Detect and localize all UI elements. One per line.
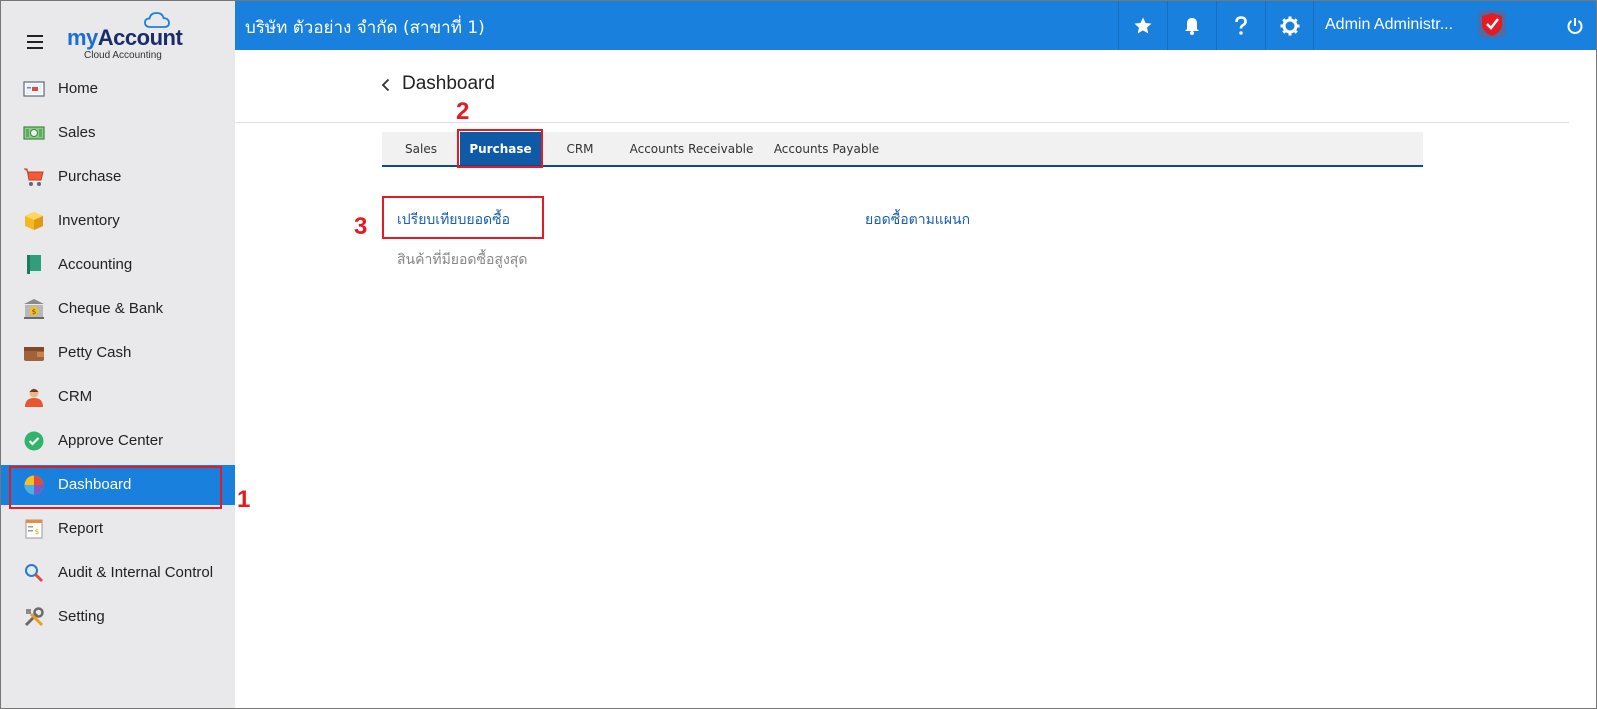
wallet-icon bbox=[24, 347, 44, 361]
sidebar-item-label: Accounting bbox=[58, 256, 133, 273]
top-bar: บริษัท ตัวอย่าง จำกัด (สาขาที่ 1) Admin … bbox=[235, 1, 1596, 50]
sidebar-item-inventory[interactable]: Inventory bbox=[1, 201, 235, 241]
company-name[interactable]: บริษัท ตัวอย่าง จำกัด (สาขาที่ 1) bbox=[245, 14, 485, 41]
sidebar-item-label: Inventory bbox=[58, 212, 120, 229]
sidebar-item-label: CRM bbox=[58, 388, 93, 405]
tab-sales[interactable]: Sales bbox=[382, 132, 460, 165]
sidebar-item-report[interactable]: $ Report bbox=[1, 509, 235, 549]
tab-accounts-payable[interactable]: Accounts Payable bbox=[764, 132, 889, 165]
sidebar-item-accounting[interactable]: Accounting bbox=[1, 245, 235, 285]
logo-area: myAccount Cloud Accounting bbox=[1, 1, 235, 71]
logout-button[interactable] bbox=[1520, 1, 1596, 50]
check-circle-icon bbox=[24, 431, 44, 451]
step-marker-1: 1 bbox=[237, 486, 251, 513]
sidebar-item-label: Dashboard bbox=[58, 476, 132, 493]
gear-icon bbox=[1280, 16, 1299, 35]
sidebar-item-label: Purchase bbox=[58, 168, 122, 185]
bank-icon: $ bbox=[24, 299, 44, 319]
hamburger-menu-icon[interactable] bbox=[27, 35, 43, 49]
logo[interactable]: myAccount bbox=[67, 25, 183, 51]
user-name: Admin Administr... bbox=[1325, 16, 1454, 33]
money-icon bbox=[23, 126, 45, 140]
sidebar-item-purchase[interactable]: Purchase bbox=[1, 157, 235, 197]
pie-chart-icon bbox=[24, 475, 44, 495]
sidebar-item-dashboard[interactable]: Dashboard bbox=[1, 465, 235, 505]
sidebar-item-label: Petty Cash bbox=[58, 344, 132, 361]
svg-text:$: $ bbox=[35, 528, 39, 536]
magnifier-icon bbox=[25, 564, 44, 583]
tab-crm[interactable]: CRM bbox=[541, 132, 619, 165]
sidebar-item-setting[interactable]: Setting bbox=[1, 597, 235, 637]
sidebar-item-label: Setting bbox=[58, 608, 105, 625]
sidebar-item-crm[interactable]: CRM bbox=[1, 377, 235, 417]
app-window: myAccount Cloud Accounting Home Sales Pu… bbox=[0, 0, 1597, 709]
bell-icon bbox=[1184, 17, 1199, 35]
logo-main: Account bbox=[97, 25, 183, 50]
sidebar-item-label: Report bbox=[58, 520, 104, 537]
compare-purchase-link[interactable]: เปรียบเทียบยอดซื้อ bbox=[397, 209, 510, 231]
home-icon bbox=[23, 81, 45, 97]
step-marker-3: 3 bbox=[354, 213, 368, 240]
power-icon bbox=[1567, 17, 1583, 34]
logo-subtitle: Cloud Accounting bbox=[84, 50, 162, 61]
user-menu[interactable]: Admin Administr... bbox=[1313, 1, 1553, 50]
sidebar-item-label: Home bbox=[58, 80, 99, 97]
favorites-button[interactable] bbox=[1118, 1, 1166, 50]
back-chevron-icon[interactable] bbox=[380, 78, 392, 92]
box-icon bbox=[25, 212, 43, 230]
sidebar-item-home[interactable]: Home bbox=[1, 69, 235, 109]
sidebar-item-sales[interactable]: Sales bbox=[1, 113, 235, 153]
sidebar-item-label: Sales bbox=[58, 124, 96, 141]
sidebar-item-audit-internal-control[interactable]: Audit & Internal Control bbox=[1, 553, 235, 593]
sidebar-item-petty-cash[interactable]: Petty Cash bbox=[1, 333, 235, 373]
step-marker-2: 2 bbox=[456, 98, 470, 125]
sidebar: myAccount Cloud Accounting Home Sales Pu… bbox=[1, 1, 235, 708]
tab-accounts-receivable[interactable]: Accounts Receivable bbox=[619, 132, 764, 165]
svg-text:$: $ bbox=[32, 308, 36, 316]
shield-avatar-icon bbox=[1478, 10, 1506, 38]
help-button[interactable] bbox=[1216, 1, 1264, 50]
star-icon bbox=[1134, 17, 1151, 33]
cart-icon bbox=[24, 168, 44, 186]
settings-button[interactable] bbox=[1265, 1, 1313, 50]
logo-prefix: my bbox=[67, 25, 98, 50]
sidebar-item-label: Audit & Internal Control bbox=[58, 564, 214, 581]
sidebar-item-label: Approve Center bbox=[58, 432, 164, 449]
book-icon bbox=[27, 255, 41, 274]
dashboard-tabs: Sales Purchase CRM Accounts Receivable A… bbox=[382, 132, 1423, 167]
sidebar-item-label: Cheque & Bank bbox=[58, 300, 164, 317]
top-products-link[interactable]: สินค้าที่มียอดซื้อสูงสุด bbox=[397, 249, 527, 271]
page-title: Dashboard bbox=[402, 73, 495, 94]
page-header: Dashboard bbox=[235, 50, 1569, 123]
tools-icon bbox=[24, 607, 44, 627]
report-icon: $ bbox=[25, 519, 43, 539]
person-icon bbox=[25, 388, 43, 407]
notifications-button[interactable] bbox=[1167, 1, 1215, 50]
sidebar-item-approve-center[interactable]: Approve Center bbox=[1, 421, 235, 461]
purchase-by-department-link[interactable]: ยอดซื้อตามแผนก bbox=[865, 209, 970, 231]
tab-purchase[interactable]: Purchase bbox=[460, 132, 541, 165]
help-icon bbox=[1234, 15, 1247, 35]
sidebar-item-cheque-bank[interactable]: $ Cheque & Bank bbox=[1, 289, 235, 329]
